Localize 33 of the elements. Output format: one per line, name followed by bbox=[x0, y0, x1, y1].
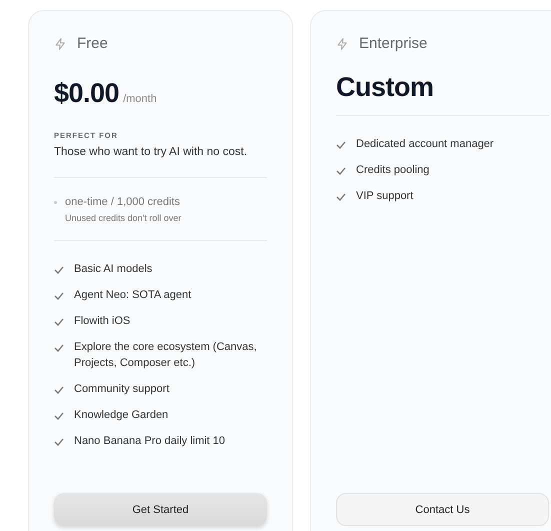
check-icon bbox=[54, 266, 64, 274]
price-period: /month bbox=[123, 93, 157, 105]
check-icon bbox=[54, 292, 64, 300]
feature-text: Agent Neo: SOTA agent bbox=[74, 288, 192, 303]
audience-text: Those who want to try AI with no cost. bbox=[54, 146, 248, 158]
feature-text: Credits pooling bbox=[356, 163, 430, 178]
feature-text: Knowledge Garden bbox=[74, 408, 168, 423]
feature-text: Dedicated account manager bbox=[356, 137, 494, 152]
plan-name: Enterprise bbox=[359, 35, 428, 52]
credits-text: one-time / 1,000 credits bbox=[65, 196, 180, 208]
lightning-icon bbox=[54, 36, 67, 50]
check-icon bbox=[54, 386, 64, 394]
feature-text: Basic AI models bbox=[74, 262, 152, 277]
feature-text: VIP support bbox=[356, 189, 414, 204]
feature-text: Community support bbox=[74, 382, 170, 397]
feature-text: Explore the core ecosystem (Canvas, Projects, Composer etc.) bbox=[74, 340, 258, 371]
lightning-icon bbox=[336, 36, 349, 50]
credits-note: Unused credits don't roll over bbox=[65, 213, 182, 223]
check-icon bbox=[336, 167, 346, 175]
check-icon bbox=[336, 141, 346, 149]
check-icon bbox=[54, 412, 64, 420]
contact-button[interactable]: Contact Us bbox=[336, 493, 549, 526]
check-icon bbox=[54, 438, 64, 446]
feature-text: Nano Banana Pro daily limit 10 bbox=[74, 434, 226, 449]
bullet-icon bbox=[54, 200, 57, 204]
feature-text: Flowith iOS bbox=[74, 314, 130, 329]
check-icon bbox=[54, 318, 64, 326]
check-icon bbox=[54, 344, 64, 352]
get-started-button[interactable]: Get Started bbox=[54, 493, 267, 526]
check-icon bbox=[336, 193, 346, 201]
price: Custom bbox=[336, 72, 434, 103]
plan-name: Free bbox=[77, 35, 108, 52]
price: $0.00 bbox=[54, 78, 120, 109]
